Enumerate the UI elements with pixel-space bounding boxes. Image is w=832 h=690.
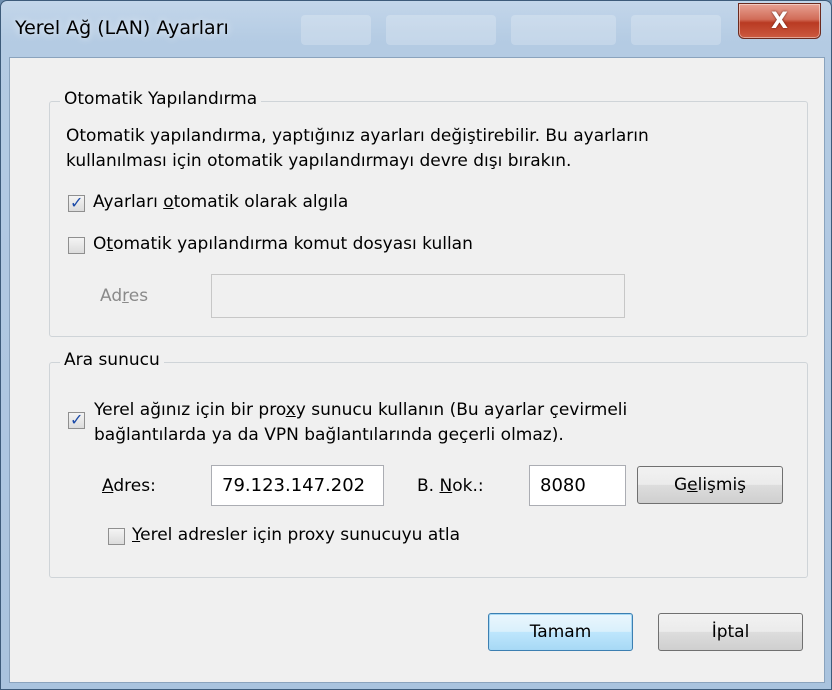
proxy-address-input[interactable]: 79.123.147.202 xyxy=(211,465,384,506)
glass-blur xyxy=(386,15,496,45)
auto-config-description: Otomatik yapılandırma, yaptığınız ayarla… xyxy=(66,124,649,174)
title-bar[interactable]: Yerel Ağ (LAN) Ayarları X xyxy=(1,1,831,59)
dialog-client: Otomatik Yapılandırma Otomatik yapılandı… xyxy=(9,57,825,683)
auto-script-label[interactable]: Otomatik yapılandırma komut dosyası kull… xyxy=(93,234,473,254)
close-button[interactable]: X xyxy=(738,3,821,39)
script-address-input[interactable] xyxy=(211,274,625,318)
use-proxy-label-line1: Yerel ağınız için bir proxy sunucu kulla… xyxy=(94,400,628,420)
lan-settings-window: Yerel Ağ (LAN) Ayarları X Otomatik Yapıl… xyxy=(0,0,832,690)
use-proxy-label[interactable]: Yerel ağınız için bir proxy sunucu kulla… xyxy=(94,398,627,448)
advanced-button[interactable]: Ge lişmiş xyxy=(637,466,783,504)
description-line: Otomatik yapılandırma, yaptığınız ayarla… xyxy=(66,126,649,146)
auto-detect-label[interactable]: Ayarları otomatik olarak algıla xyxy=(93,192,348,212)
cancel-button[interactable]: İptal xyxy=(658,613,803,651)
proxy-group-title: Ara sunucu xyxy=(60,350,164,370)
description-line: kullanılması için otomatik yapılandırmay… xyxy=(66,151,572,171)
close-icon: X xyxy=(771,8,788,34)
auto-script-checkbox[interactable] xyxy=(68,237,85,254)
proxy-port-input[interactable]: 8080 xyxy=(529,465,626,506)
use-proxy-checkbox[interactable] xyxy=(68,410,85,429)
bypass-local-checkbox[interactable] xyxy=(108,528,125,545)
script-address-label: Adres xyxy=(100,286,149,306)
proxy-port-label: B. Nok.: xyxy=(417,476,484,496)
ok-button[interactable]: Tamam xyxy=(488,613,633,651)
window-title: Yerel Ağ (LAN) Ayarları xyxy=(15,17,229,39)
glass-blur xyxy=(631,15,721,45)
auto-detect-checkbox[interactable] xyxy=(68,193,85,212)
glass-blur xyxy=(511,15,616,45)
bypass-local-label[interactable]: Yerel adresler için proxy sunucuyu atla xyxy=(132,525,460,545)
glass-blur xyxy=(301,15,371,45)
use-proxy-label-line2: bağlantılarda ya da VPN bağlantılarında … xyxy=(94,425,564,445)
proxy-address-label: Adres: xyxy=(102,476,156,496)
auto-config-group-title: Otomatik Yapılandırma xyxy=(60,89,262,109)
